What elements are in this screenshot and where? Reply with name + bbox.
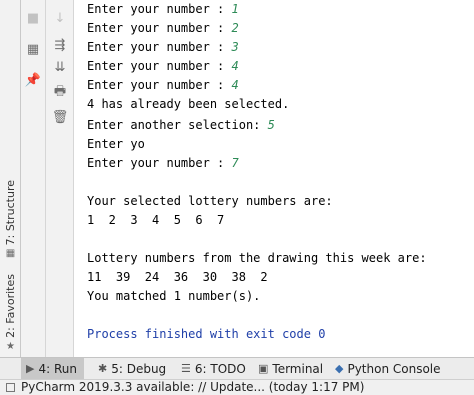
console-line: 4 has already been selected. bbox=[87, 97, 290, 111]
todo-list-icon: ☰ bbox=[181, 362, 191, 375]
console-line: You matched 1 number(s). bbox=[87, 289, 261, 303]
console-line: Enter your number : 7 bbox=[87, 156, 239, 170]
play-icon: ▶ bbox=[26, 362, 35, 375]
console-line: Lottery numbers from the drawing this we… bbox=[87, 251, 427, 265]
run-tool-window: 7: Structure ▦ 2: Favorites ★ ■ ▦ 📌 ↓ ⇶ … bbox=[0, 0, 474, 395]
console-line: Enter yo bbox=[87, 137, 145, 151]
console-line: Enter your number : 3 bbox=[87, 40, 239, 54]
bug-icon: ✱ bbox=[98, 362, 108, 375]
structure-tab[interactable]: 7: Structure ▦ bbox=[3, 180, 18, 259]
console-line: Enter your number : 4 bbox=[87, 78, 239, 92]
bottom-tool-bar: ▶ 4: Run ✱ 5: Debug ☰ 6: TODO ▣ Terminal… bbox=[0, 357, 474, 379]
console-output[interactable]: Enter your number : 1 Enter your number … bbox=[74, 0, 474, 357]
exit-code-line: Process finished with exit code 0 bbox=[87, 327, 326, 341]
console-line: Enter another selection: 5 bbox=[87, 118, 275, 132]
down-arrow-icon[interactable]: ↓ bbox=[51, 9, 69, 27]
run-actions-primary: ■ ▦ 📌 bbox=[21, 0, 46, 357]
update-notification[interactable]: PyCharm 2019.3.3 available: // Update...… bbox=[21, 380, 364, 394]
scroll-to-end-icon[interactable]: ⇊ bbox=[51, 58, 69, 76]
pin-icon[interactable]: 📌 bbox=[24, 71, 42, 89]
tab-terminal-label: Terminal bbox=[272, 361, 324, 376]
favorites-tab-label: 2: Favorites bbox=[4, 274, 17, 338]
console-line: Your selected lottery numbers are: bbox=[87, 194, 333, 208]
print-icon[interactable]: 🖶 bbox=[51, 84, 69, 102]
star-icon: ★ bbox=[6, 340, 15, 352]
stop-icon[interactable]: ■ bbox=[24, 9, 42, 27]
layout-icon[interactable]: ▦ bbox=[24, 40, 42, 58]
run-actions-secondary: ↓ ⇶ ⇊ 🖶 🗑 bbox=[46, 0, 74, 357]
tab-debug-label: 5: Debug bbox=[111, 361, 167, 376]
tab-debug[interactable]: ✱ 5: Debug bbox=[93, 358, 171, 379]
status-bar: PyCharm 2019.3.3 available: // Update...… bbox=[0, 379, 474, 395]
favorites-tab[interactable]: 2: Favorites ★ bbox=[3, 274, 18, 352]
console-line: 11 39 24 36 30 38 2 bbox=[87, 270, 268, 284]
tab-run-label: 4: Run bbox=[38, 361, 77, 376]
trash-icon[interactable]: 🗑 bbox=[51, 108, 69, 126]
tab-python-console-label: Python Console bbox=[347, 361, 441, 376]
console-line: 1 2 3 4 5 6 7 bbox=[87, 213, 225, 227]
tab-python-console[interactable]: ◆ Python Console bbox=[330, 358, 446, 379]
tab-todo-label: 6: TODO bbox=[194, 361, 246, 376]
console-line: Enter your number : 4 bbox=[87, 59, 239, 73]
console-line: Enter your number : 2 bbox=[87, 21, 239, 35]
python-icon: ◆ bbox=[335, 362, 344, 375]
console-line: Enter your number : 1 bbox=[87, 2, 239, 16]
soft-wrap-icon[interactable]: ⇶ bbox=[51, 36, 69, 54]
window-icon[interactable] bbox=[6, 383, 15, 392]
structure-tab-label: 7: Structure bbox=[4, 180, 17, 246]
structure-icon: ▦ bbox=[5, 248, 16, 260]
tab-run[interactable]: ▶ 4: Run bbox=[21, 358, 84, 379]
tab-terminal[interactable]: ▣ Terminal bbox=[253, 358, 328, 379]
tab-todo[interactable]: ☰ 6: TODO bbox=[176, 358, 251, 379]
left-tool-strip: 7: Structure ▦ 2: Favorites ★ bbox=[0, 0, 21, 357]
terminal-icon: ▣ bbox=[258, 362, 269, 375]
